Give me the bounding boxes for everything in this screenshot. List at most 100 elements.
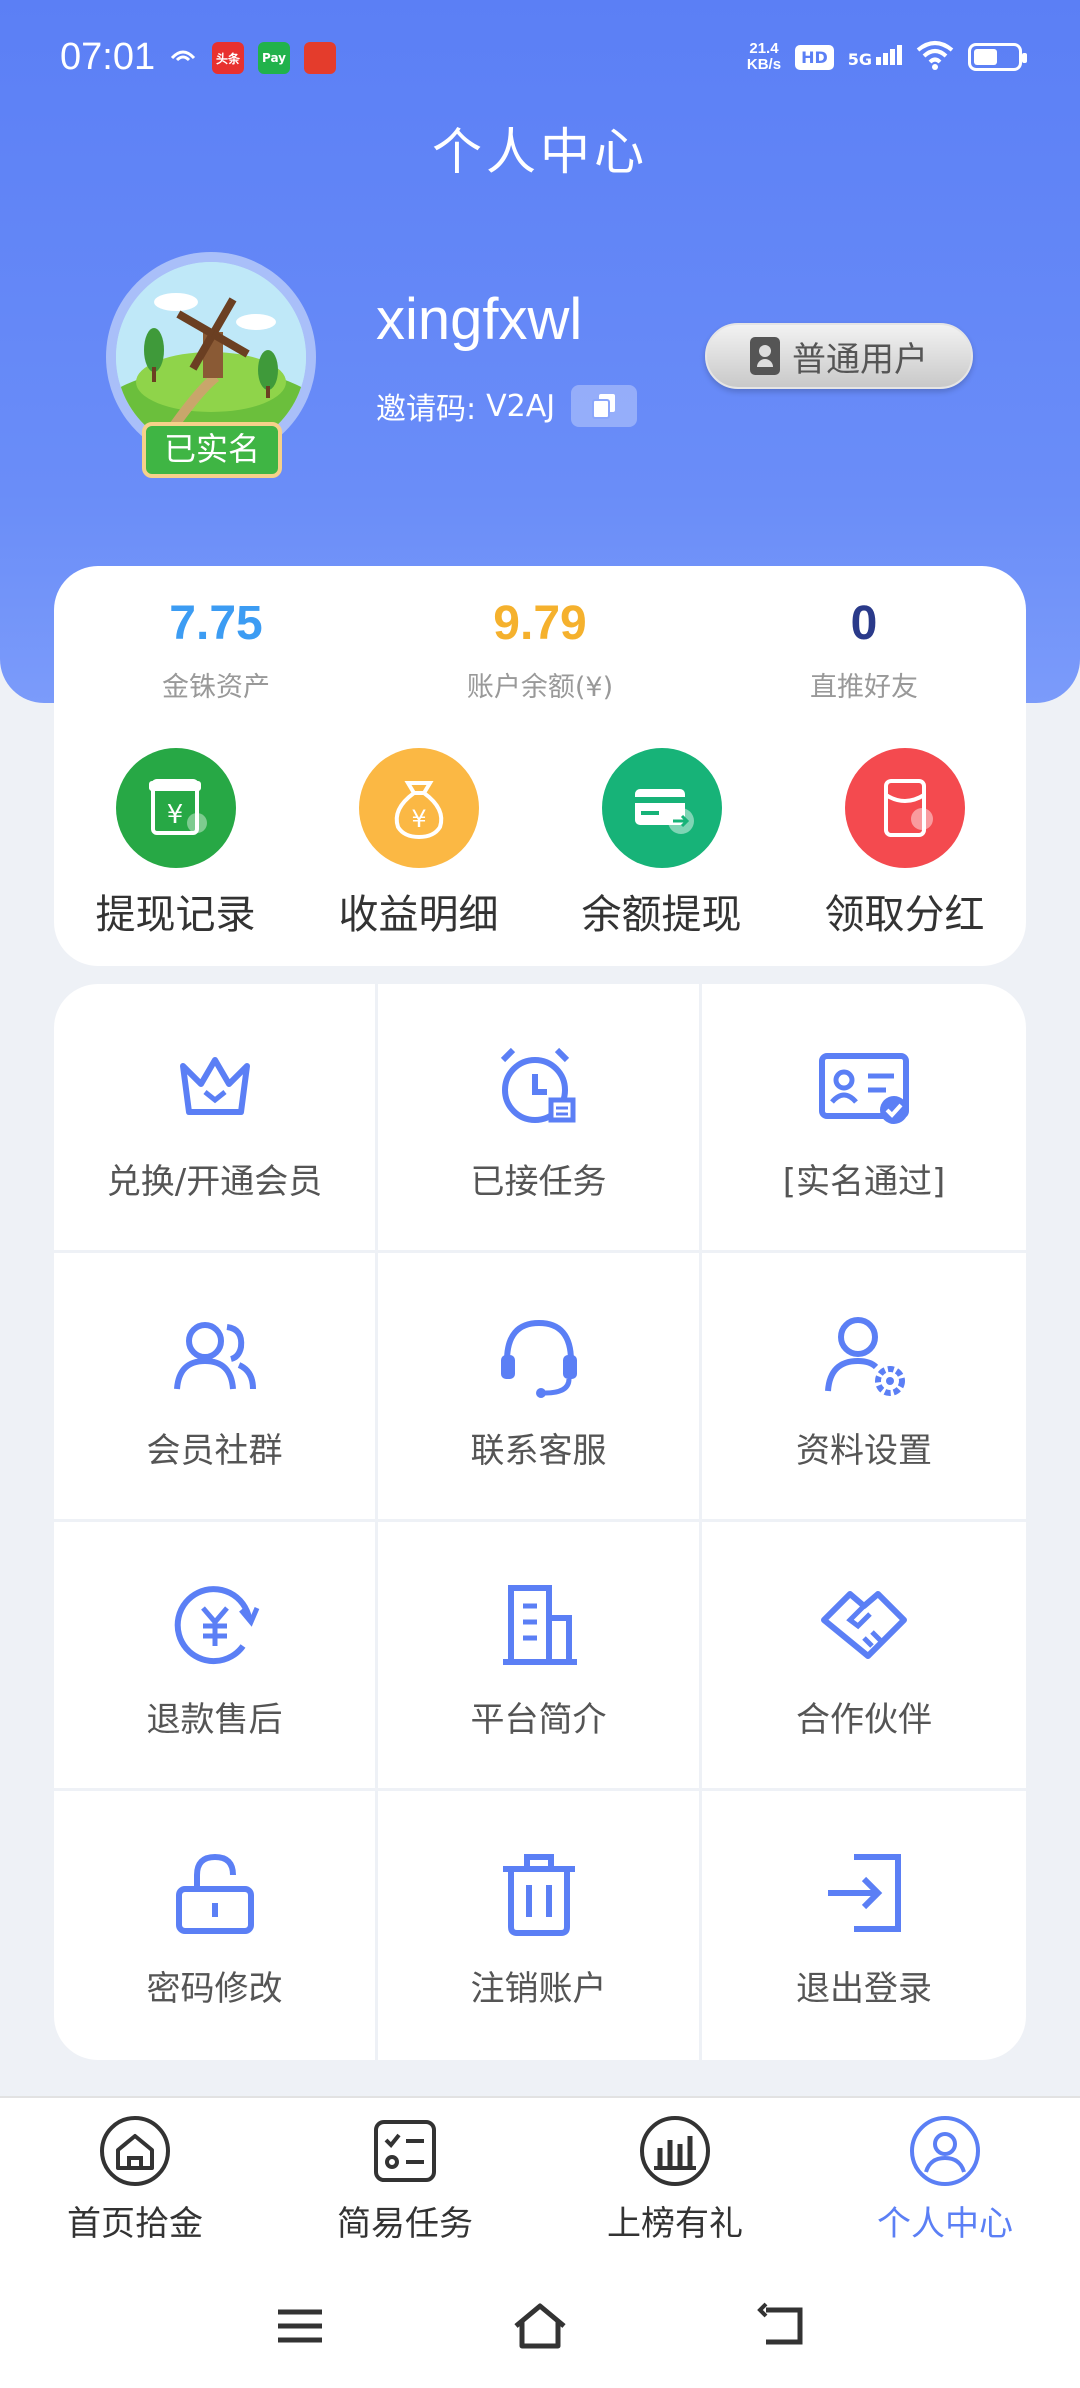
battery-icon — [968, 43, 1027, 71]
copy-button[interactable] — [571, 385, 638, 427]
menu-icon[interactable] — [270, 2296, 330, 2356]
menu-label: 合作伙伴 — [796, 1700, 932, 1740]
net-speed: 21.4 KB/s — [747, 41, 781, 73]
toutiao-app-icon: 头条 — [212, 42, 244, 74]
user-circle-icon — [910, 2116, 980, 2186]
tab-simple-tasks[interactable]: 简易任务 — [270, 2114, 540, 2245]
stat-label: 直推好友 — [810, 672, 918, 703]
status-time: 07:01 — [60, 36, 156, 78]
trash-icon — [502, 1854, 575, 1936]
alarm-clock-icon — [500, 1047, 575, 1123]
network-type: 5G — [847, 50, 872, 69]
menu-label: 注销账户 — [470, 1969, 607, 2009]
link-icon — [168, 46, 198, 70]
status-bar: 07:01 头条 Pay 21.4 KB/s HD 5G — [0, 0, 1080, 118]
menu-label: 退出登录 — [796, 1969, 932, 2009]
user-settings-icon — [825, 1317, 905, 1396]
stat-balance[interactable]: 9.79 账户余额(¥) — [378, 596, 702, 704]
action-label: 收益明细 — [338, 892, 499, 938]
headset-icon — [500, 1319, 577, 1398]
tab-label: 首页拾金 — [67, 2204, 203, 2244]
signal-icon: 5G — [848, 45, 902, 69]
menu-label: 会员社群 — [146, 1431, 283, 1471]
page-title: 个人中心 — [432, 123, 648, 181]
logout-icon — [828, 1854, 901, 1932]
stat-assets[interactable]: 7.75 金铢资产 — [54, 596, 378, 704]
invite-code-row: 邀请码: V2AJ — [376, 384, 638, 428]
stat-value: 0 — [850, 597, 878, 650]
menu-label: 联系客服 — [470, 1431, 607, 1471]
checklist-icon — [374, 2120, 436, 2182]
invite-label: 邀请码: — [376, 392, 477, 427]
status-right: 21.4 KB/s HD 5G — [747, 40, 1027, 74]
username: xingfxwl — [376, 287, 583, 352]
verified-badge: 已实名 — [142, 422, 282, 478]
money-bag-icon: ¥ — [358, 748, 479, 868]
action-balance-withdraw[interactable]: 余额提现 — [540, 748, 783, 940]
menu-item-delete-account[interactable]: 注销账户 — [378, 1791, 702, 2060]
action-claim-dividend[interactable]: 领取分红 — [783, 748, 1026, 940]
menu-item-refund[interactable]: 退款售后 — [54, 1522, 378, 1791]
action-label: 领取分红 — [824, 892, 985, 938]
menu-label: 资料设置 — [796, 1431, 932, 1471]
tab-label: 个人中心 — [877, 2204, 1013, 2244]
svg-text:¥: ¥ — [411, 805, 426, 833]
user-type-button[interactable]: 普通用户 — [705, 323, 973, 389]
menu-item-platform-intro[interactable]: 平台简介 — [378, 1522, 702, 1791]
stat-label: 账户余额(¥) — [466, 672, 614, 703]
stat-value: 9.79 — [493, 597, 587, 650]
handshake-icon — [821, 1591, 907, 1659]
hd-icon: HD — [795, 44, 834, 70]
menu-item-customer-service[interactable]: 联系客服 — [378, 1253, 702, 1522]
system-nav-bar — [0, 2266, 1080, 2388]
id-badge-icon — [750, 337, 780, 375]
building-icon — [502, 1585, 577, 1665]
menu-label: 密码修改 — [146, 1969, 283, 2009]
bottom-tab-bar: 首页拾金 简易任务 上榜有礼 个人中心 — [0, 2096, 1080, 2266]
menu-item-realname[interactable]: [实名通过] — [702, 984, 1026, 1253]
withdraw-record-icon: ¥ — [115, 748, 236, 868]
tab-leaderboard[interactable]: 上榜有礼 — [540, 2114, 810, 2245]
user-type-label: 普通用户 — [792, 339, 928, 380]
menu-grid: 兑换/开通会员 已接任务 [实名通过] 会员社群 联系客服 资料设置 退款售后 … — [54, 984, 1026, 2060]
stat-label: 金铢资产 — [162, 672, 270, 703]
invite-code: V2AJ — [486, 388, 556, 424]
game-app-icon — [304, 42, 336, 74]
copy-icon — [592, 394, 616, 419]
action-label: 提现记录 — [95, 892, 256, 938]
tab-home[interactable]: 首页拾金 — [0, 2114, 270, 2245]
menu-item-accepted-tasks[interactable]: 已接任务 — [378, 984, 702, 1253]
menu-item-logout[interactable]: 退出登录 — [702, 1791, 1026, 2060]
menu-item-change-password[interactable]: 密码修改 — [54, 1791, 378, 2060]
crown-icon — [179, 1057, 250, 1115]
back-icon[interactable] — [750, 2296, 810, 2356]
menu-label: 兑换/开通会员 — [106, 1162, 323, 1202]
stat-value: 7.75 — [169, 597, 263, 650]
status-app-icons: 头条 Pay — [168, 42, 336, 74]
svg-text:¥: ¥ — [166, 800, 183, 830]
net-speed-value: 21.4 — [749, 40, 779, 57]
menu-label: 退款售后 — [146, 1700, 283, 1740]
home-nav-icon[interactable] — [510, 2296, 570, 2356]
menu-item-membership[interactable]: 兑换/开通会员 — [54, 984, 378, 1253]
stats-card: 7.75 金铢资产 9.79 账户余额(¥) 0 直推好友 ¥ 提现记录 ¥ 收… — [54, 566, 1026, 966]
menu-label: 已接任务 — [470, 1162, 607, 1202]
users-icon — [173, 1322, 256, 1390]
action-earnings-detail[interactable]: ¥ 收益明细 — [297, 748, 540, 940]
stat-friends[interactable]: 0 直推好友 — [702, 596, 1026, 704]
menu-item-partners[interactable]: 合作伙伴 — [702, 1522, 1026, 1791]
net-speed-unit: KB/s — [746, 56, 782, 73]
card-transfer-icon — [601, 748, 722, 868]
action-withdraw-record[interactable]: ¥ 提现记录 — [54, 748, 297, 940]
wifi-icon — [916, 40, 954, 74]
tab-label: 上榜有礼 — [607, 2204, 743, 2244]
tab-label: 简易任务 — [337, 2204, 473, 2244]
red-envelope-icon — [844, 748, 965, 868]
menu-label: [实名通过] — [782, 1162, 946, 1202]
menu-item-profile-settings[interactable]: 资料设置 — [702, 1253, 1026, 1522]
menu-label: 平台简介 — [470, 1700, 607, 1740]
menu-item-community[interactable]: 会员社群 — [54, 1253, 378, 1522]
bar-chart-icon — [640, 2116, 710, 2186]
home-icon — [100, 2116, 170, 2186]
tab-personal-center[interactable]: 个人中心 — [810, 2114, 1080, 2245]
